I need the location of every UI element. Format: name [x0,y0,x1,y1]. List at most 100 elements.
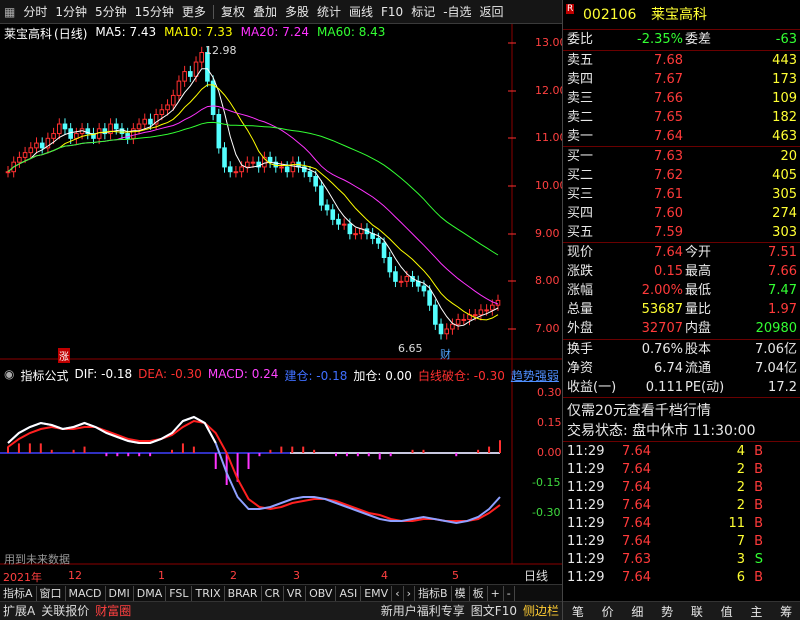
ma60-label: MA60: 8.43 [317,25,386,39]
tool-button-5[interactable]: F10 [377,0,407,24]
ind-y-tick-3: -0.15 [532,476,561,489]
indicator-collapse-icon[interactable]: ◉ [4,367,14,384]
tool-button-8[interactable]: 返回 [476,0,508,24]
tab-0[interactable]: 指标A [0,585,37,601]
sell-row[interactable]: 卖二 7.65 182 [563,109,800,127]
tab-9[interactable]: VR [284,585,307,601]
zoom-out-button[interactable]: - [504,585,515,601]
tf-button-1[interactable]: 1分钟 [51,0,91,24]
promo-row[interactable]: 仅需20元查看千档行情 [563,401,800,421]
tick-volume: 2 [736,498,745,513]
sell-row[interactable]: 卖四 7.67 173 [563,71,800,89]
panel-tab-5[interactable]: 值 [721,603,733,620]
bottom-left-0[interactable]: 扩展A [0,603,38,620]
zoom-in-button[interactable]: + [488,585,504,601]
tab-right-0[interactable]: 指标B [415,585,452,601]
tf-button-more[interactable]: 更多 [178,0,210,24]
tick-time: 11:29 [567,498,605,513]
candle-body [330,209,336,220]
candle-body [199,52,205,63]
tf-button-0[interactable]: 分时 [19,0,51,24]
x-label-0: 2021年 [3,571,42,584]
sell-row[interactable]: 卖三 7.66 109 [563,90,800,108]
stat2-value-2: 17.2 [768,380,797,395]
buy-row[interactable]: 买二 7.62 405 [563,167,800,185]
buy-volume: 274 [772,206,797,221]
tab-12[interactable]: EMV [361,585,393,601]
baixian-label: 白线破仓: -0.30 [417,369,505,383]
bottom-right-2[interactable]: 侧边栏 [520,603,562,620]
dif-label: DIF: -0.18 [74,367,133,381]
tool-button-4[interactable]: 画线 [345,0,377,24]
period-right-label[interactable]: 日线 [524,567,548,584]
candle-body [113,123,119,130]
trend-link[interactable]: 趋势强弱 [511,367,559,384]
buy-row[interactable]: 买一 7.63 20 [563,148,800,166]
buy-row[interactable]: 买四 7.60 274 [563,205,800,223]
ind-y-tick-2: 0.00 [537,446,562,459]
candle-body [96,128,102,139]
candle-body [28,147,34,154]
tf-button-2[interactable]: 5分钟 [91,0,131,24]
indicator-name[interactable]: 指标公式 [20,367,68,384]
zhang-marker: 涨 [58,348,70,363]
sell-label: 卖三 [567,91,594,106]
scroll-left-icon[interactable]: ‹ [392,585,404,601]
tab-right-1[interactable]: 模 [452,585,470,601]
buy-row[interactable]: 买三 7.61 305 [563,186,800,204]
tick-side: B [754,498,763,513]
tab-2[interactable]: MACD [66,585,106,601]
tab-3[interactable]: DMI [106,585,134,601]
tool-button-3[interactable]: 统计 [313,0,345,24]
panel-tab-6[interactable]: 主 [750,603,762,620]
bottom-right-1[interactable]: 图文F10 [468,603,520,620]
tab-4[interactable]: DMA [134,585,167,601]
tab-7[interactable]: BRAR [225,585,262,601]
jiancang-label: 建仓: -0.18 [284,369,348,383]
tab-5[interactable]: FSL [166,585,193,601]
panel-tab-2[interactable]: 细 [631,603,643,620]
bottom-left-1[interactable]: 关联报价 [38,603,92,620]
scroll-right-icon[interactable]: › [404,585,416,601]
candle-body [336,218,341,225]
dea-line [7,419,501,522]
panel-tab-0[interactable]: 笔 [572,603,584,620]
stat-value: 32707 [641,321,683,336]
tab-11[interactable]: ASI [336,585,362,601]
buy-label: 买四 [567,206,594,221]
tool-button-2[interactable]: 多股 [281,0,313,24]
tick-price: 7.64 [622,516,651,531]
stat-value: 0.15 [654,264,683,279]
candle-body [478,309,484,316]
buy-row[interactable]: 买五 7.59 303 [563,224,800,242]
tool-button-6[interactable]: 标记 [407,0,439,24]
stat2-value: 6.74 [654,361,683,376]
chart-area[interactable]: 莱宝高科 (日线) MA5: 7.43 MA10: 7.33 MA20: 7.2… [0,24,567,584]
tool-button-0[interactable]: 复权 [217,0,249,24]
tab-6[interactable]: TRIX [192,585,225,601]
candle-body [51,133,56,139]
tab-1[interactable]: 窗口 [37,585,66,601]
stat2-value-2: 7.06亿 [755,342,797,357]
promo-text[interactable]: 仅需20元查看千档行情 [567,401,711,421]
tab-10[interactable]: OBV [306,585,337,601]
panel-tab-4[interactable]: 联 [691,603,703,620]
panel-tab-7[interactable]: 筹 [780,603,792,620]
cai-marker: 财 [440,348,451,361]
sell-row[interactable]: 卖五 7.68 443 [563,52,800,70]
panel-tab-1[interactable]: 价 [602,603,614,620]
sell-row[interactable]: 卖一 7.64 463 [563,128,800,146]
y-tick-4: 9.00 [535,227,560,240]
panel-tab-3[interactable]: 势 [661,603,673,620]
bottom-left-2[interactable]: 财富圈 [92,603,134,620]
tab-8[interactable]: CR [262,585,284,601]
tab-right-2[interactable]: 板 [470,585,488,601]
stat-row: 涨跌 0.15 最高 7.66 [563,263,800,281]
grid-icon[interactable]: ▦ [0,0,19,24]
tick-time: 11:29 [567,552,605,567]
tool-button-7[interactable]: -自选 [439,0,475,24]
bottom-right-0[interactable]: 新用户福利专享 [378,603,468,620]
x-label-2: 1 [158,569,165,582]
tf-button-3[interactable]: 15分钟 [131,0,178,24]
tool-button-1[interactable]: 叠加 [249,0,281,24]
